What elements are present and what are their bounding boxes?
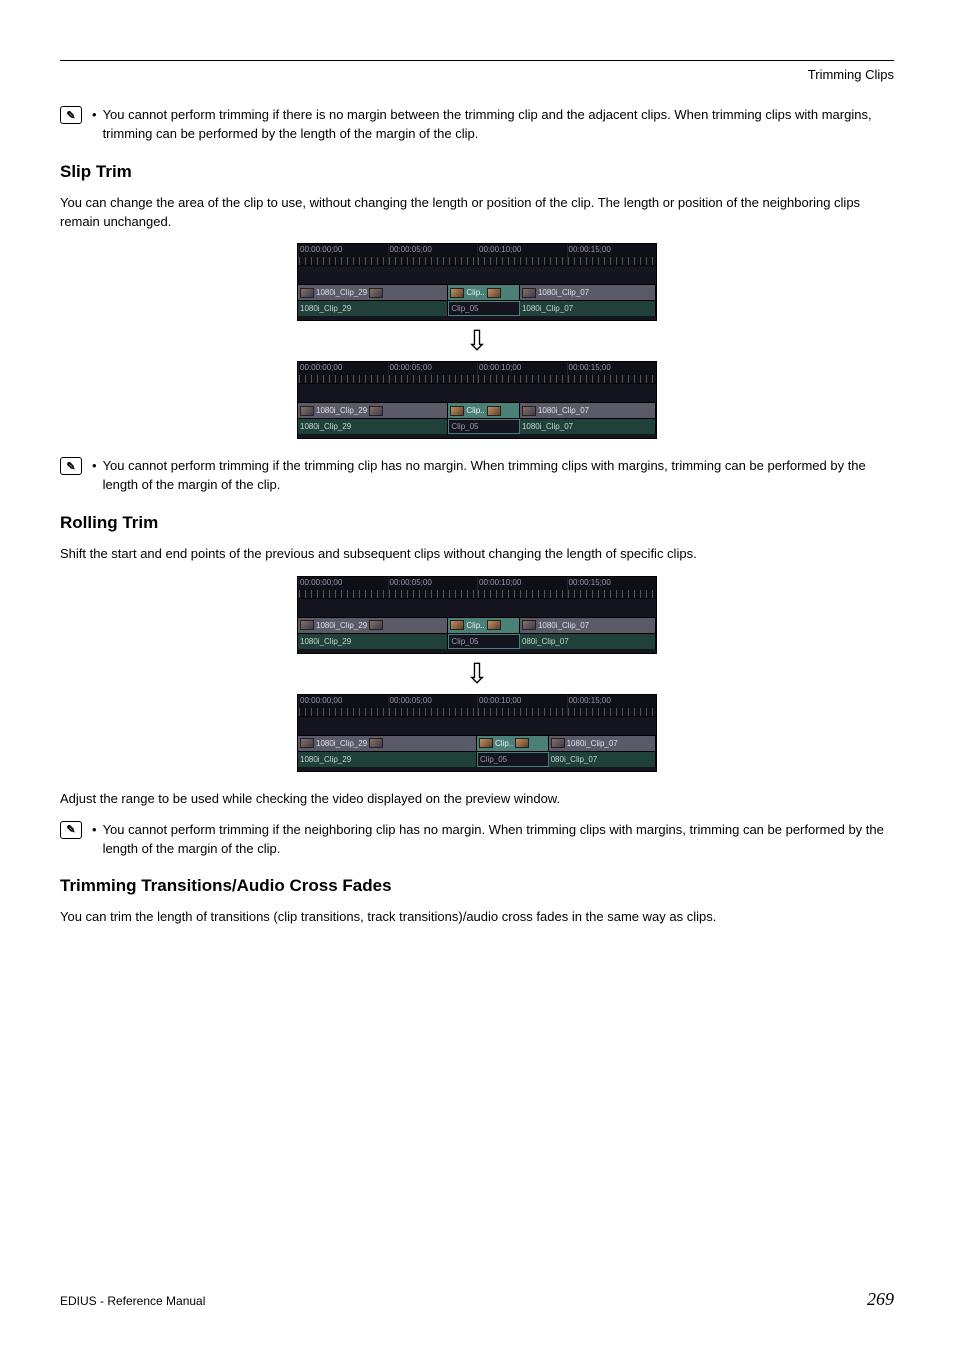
ruler-mark: 00:00:00;00 xyxy=(298,244,388,265)
note-icon: ✎ xyxy=(60,821,82,839)
note-icon: ✎ xyxy=(60,106,82,124)
clip-video: 1080i_Clip_29 xyxy=(298,618,448,633)
timeline-after: 00:00:00;00 00:00:05;00 00:00:10;00 00:0… xyxy=(297,361,657,439)
footer-manual-title: EDIUS - Reference Manual xyxy=(60,1294,205,1308)
clip-video-selected: Clip.. xyxy=(448,403,520,418)
ruler-mark: 00:00:15;00 xyxy=(567,577,657,598)
note-text: You cannot perform trimming if the neigh… xyxy=(103,821,894,859)
ruler-mark: 00:00:05;00 xyxy=(388,244,478,265)
ruler-mark: 00:00:00;00 xyxy=(298,577,388,598)
heading-rolling-trim: Rolling Trim xyxy=(60,513,894,533)
clip-thumbnail-icon xyxy=(450,620,464,630)
clip-audio: 080i_Clip_07 xyxy=(520,634,656,649)
clip-thumbnail-icon xyxy=(522,288,536,298)
ruler-mark: 00:00:10;00 xyxy=(477,695,567,716)
clip-video-selected: Clip.. xyxy=(448,618,520,633)
clip-thumbnail-icon xyxy=(479,738,493,748)
header-breadcrumb: Trimming Clips xyxy=(60,67,894,82)
rolling-adjust-text: Adjust the range to be used while checki… xyxy=(60,790,894,809)
slip-diagram: 00:00:00;00 00:00:05;00 00:00:10;00 00:0… xyxy=(60,243,894,439)
clip-video: 1080i_Clip_29 xyxy=(298,736,477,751)
clip-video: 1080i_Clip_29 xyxy=(298,403,448,418)
clip-video-selected: Clip.. xyxy=(477,736,549,751)
clip-video: 1080i_Clip_07 xyxy=(520,403,656,418)
ruler-mark: 00:00:00;00 xyxy=(298,695,388,716)
clip-audio: 1080i_Clip_07 xyxy=(520,301,656,316)
clip-thumbnail-icon xyxy=(450,288,464,298)
clip-thumbnail-icon xyxy=(369,406,383,416)
note-text: You cannot perform trimming if the trimm… xyxy=(103,457,894,495)
clip-audio-selected: Clip_05 xyxy=(448,419,520,434)
transitions-body: You can trim the length of transitions (… xyxy=(60,908,894,927)
clip-thumbnail-icon xyxy=(369,288,383,298)
clip-thumbnail-icon xyxy=(487,620,501,630)
clip-audio: 1080i_Clip_29 xyxy=(298,752,477,767)
arrow-down-icon: ⇩ xyxy=(465,660,488,688)
clip-thumbnail-icon xyxy=(522,620,536,630)
note-icon: ✎ xyxy=(60,457,82,475)
clip-thumbnail-icon xyxy=(450,406,464,416)
ruler-mark: 00:00:05;00 xyxy=(388,695,478,716)
clip-audio: 080i_Clip_07 xyxy=(549,752,656,767)
clip-video: 1080i_Clip_07 xyxy=(520,618,656,633)
clip-thumbnail-icon xyxy=(369,620,383,630)
ruler-mark: 00:00:10;00 xyxy=(477,244,567,265)
clip-audio-selected: Clip_05 xyxy=(448,301,520,316)
clip-audio: 1080i_Clip_07 xyxy=(520,419,656,434)
clip-audio-selected: Clip_05 xyxy=(477,752,549,767)
clip-thumbnail-icon xyxy=(487,406,501,416)
ruler-mark: 00:00:15;00 xyxy=(567,362,657,383)
footer-page-number: 269 xyxy=(867,1289,894,1310)
bullet-dot: • xyxy=(92,821,97,859)
clip-video: 1080i_Clip_07 xyxy=(549,736,656,751)
ruler-mark: 00:00:15;00 xyxy=(567,695,657,716)
clip-thumbnail-icon xyxy=(300,620,314,630)
clip-thumbnail-icon xyxy=(369,738,383,748)
ruler-mark: 00:00:10;00 xyxy=(477,362,567,383)
clip-audio: 1080i_Clip_29 xyxy=(298,419,448,434)
rolling-diagram: 00:00:00;00 00:00:05;00 00:00:10;00 00:0… xyxy=(60,576,894,772)
ruler-mark: 00:00:05;00 xyxy=(388,577,478,598)
clip-thumbnail-icon xyxy=(522,406,536,416)
clip-thumbnail-icon xyxy=(487,288,501,298)
clip-thumbnail-icon xyxy=(300,288,314,298)
bullet-dot: • xyxy=(92,457,97,495)
arrow-down-icon: ⇩ xyxy=(465,327,488,355)
bullet-dot: • xyxy=(92,106,97,144)
timeline-before: 00:00:00;00 00:00:05;00 00:00:10;00 00:0… xyxy=(297,576,657,654)
clip-thumbnail-icon xyxy=(300,738,314,748)
clip-thumbnail-icon xyxy=(551,738,565,748)
heading-slip-trim: Slip Trim xyxy=(60,162,894,182)
clip-thumbnail-icon xyxy=(515,738,529,748)
note-text: You cannot perform trimming if there is … xyxy=(103,106,894,144)
slip-body: You can change the area of the clip to u… xyxy=(60,194,894,232)
clip-audio: 1080i_Clip_29 xyxy=(298,634,448,649)
heading-transitions: Trimming Transitions/Audio Cross Fades xyxy=(60,876,894,896)
clip-video-selected: Clip.. xyxy=(448,285,520,300)
clip-video: 1080i_Clip_07 xyxy=(520,285,656,300)
clip-audio-selected: Clip_05 xyxy=(448,634,520,649)
timeline-after: 00:00:00;00 00:00:05;00 00:00:10;00 00:0… xyxy=(297,694,657,772)
ruler-mark: 00:00:00;00 xyxy=(298,362,388,383)
ruler-mark: 00:00:05;00 xyxy=(388,362,478,383)
ruler-mark: 00:00:15;00 xyxy=(567,244,657,265)
clip-video: 1080i_Clip_29 xyxy=(298,285,448,300)
rolling-body: Shift the start and end points of the pr… xyxy=(60,545,894,564)
ruler-mark: 00:00:10;00 xyxy=(477,577,567,598)
timeline-before: 00:00:00;00 00:00:05;00 00:00:10;00 00:0… xyxy=(297,243,657,321)
clip-audio: 1080i_Clip_29 xyxy=(298,301,448,316)
clip-thumbnail-icon xyxy=(300,406,314,416)
